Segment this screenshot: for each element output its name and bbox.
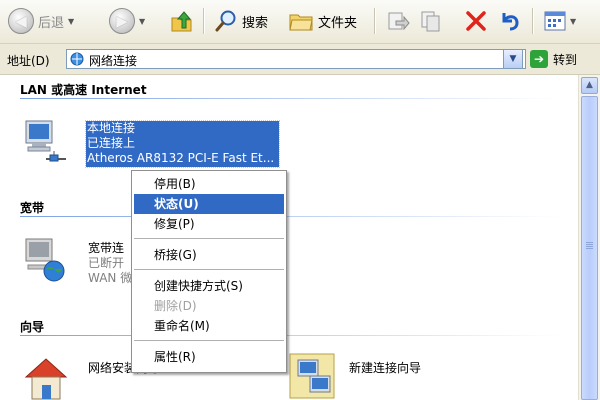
copy-to-icon	[421, 11, 440, 32]
broadband-connection-item[interactable]: 宽带连 已断开 WAN 微	[88, 241, 132, 286]
back-label: 后退	[38, 15, 65, 31]
move-to-icon	[388, 12, 410, 31]
grip-icon	[586, 242, 593, 250]
folders-button[interactable]: 文件夹	[288, 6, 357, 36]
menu-item-properties[interactable]: 属性(R)	[134, 347, 284, 367]
go-button[interactable]: ➔ 转到	[530, 49, 577, 69]
broadband-connection-icon[interactable]	[20, 235, 68, 283]
home-network-wizard-icon[interactable]	[22, 355, 70, 400]
new-connection-wizard-name: 新建连接向导	[349, 361, 422, 375]
folders-label: 文件夹	[318, 15, 358, 31]
search-button[interactable]: 搜索	[214, 6, 268, 36]
go-label: 转到	[553, 52, 578, 67]
vertical-scrollbar[interactable]: ▲	[578, 75, 600, 400]
go-arrow-icon: ➔	[530, 50, 548, 68]
lan-connection-device: Atheros AR8132 PCI-E Fast Et...	[87, 151, 275, 165]
scroll-up-icon[interactable]: ▲	[581, 77, 598, 94]
toolbar: ◀ 后退 ▼ ▶ ▼ 搜索 文件夹 ▼	[0, 0, 600, 44]
folders-icon	[289, 14, 313, 31]
address-value: 网络连接	[89, 54, 138, 68]
menu-item-status[interactable]: 状态(U)	[134, 194, 284, 214]
menu-item-rename[interactable]: 重命名(M)	[134, 316, 284, 336]
move-to-button[interactable]	[386, 6, 410, 36]
back-arrow-icon: ◀	[8, 8, 34, 34]
group-header-lan: LAN 或高速 Internet	[20, 83, 147, 97]
menu-item-create-shortcut[interactable]: 创建快捷方式(S)	[134, 276, 284, 296]
address-label: 地址(D)	[7, 54, 50, 68]
forward-dropdown-icon[interactable]: ▼	[139, 17, 145, 26]
broadband-connection-name: 宽带连	[88, 241, 125, 255]
menu-item-delete[interactable]: 删除(D)	[134, 296, 284, 316]
group-header-broadband: 宽带	[20, 201, 45, 215]
menu-separator	[134, 269, 284, 270]
forward-button[interactable]: ▶ ▼	[109, 6, 145, 36]
broadband-connection-device: WAN 微	[88, 271, 133, 285]
back-button[interactable]: ◀ 后退 ▼	[8, 6, 74, 36]
up-folder-icon	[171, 11, 192, 32]
views-button[interactable]: ▼	[544, 6, 576, 36]
search-icon	[215, 10, 236, 32]
group-divider	[20, 98, 560, 99]
broadband-connection-status: 已断开	[88, 256, 125, 270]
copy-to-button[interactable]	[420, 6, 444, 36]
group-divider	[20, 335, 560, 336]
menu-separator	[134, 238, 284, 239]
delete-x-icon	[466, 11, 486, 31]
menu-item-repair[interactable]: 修复(P)	[134, 214, 284, 234]
menu-separator	[134, 340, 284, 341]
lan-connection-name: 本地连接	[87, 121, 136, 135]
views-dropdown-icon[interactable]: ▼	[570, 17, 576, 26]
up-folder-button[interactable]	[170, 6, 194, 36]
undo-button[interactable]	[498, 6, 522, 36]
views-icon	[544, 11, 566, 31]
address-input[interactable]: 网络连接	[66, 49, 526, 69]
menu-item-bridge[interactable]: 桥接(G)	[134, 245, 284, 265]
back-dropdown-icon[interactable]: ▼	[68, 17, 74, 26]
new-connection-wizard-item[interactable]: 新建连接向导	[349, 361, 421, 376]
lan-connection-item[interactable]: 本地连接 已连接上 Atheros AR8132 PCI-E Fast Et..…	[85, 120, 280, 168]
delete-button[interactable]	[464, 6, 488, 36]
address-bar: 地址(D) 网络连接 ▼ ➔ 转到	[0, 44, 600, 75]
new-connection-wizard-icon[interactable]	[288, 352, 336, 400]
group-header-wizard: 向导	[20, 320, 45, 334]
lan-connection-status: 已连接上	[87, 136, 136, 150]
context-menu: 停用(B) 状态(U) 修复(P) 桥接(G) 创建快捷方式(S) 删除(D) …	[131, 170, 287, 373]
connections-list: LAN 或高速 Internet 本地连接 已连接上 Atheros AR813…	[0, 75, 578, 400]
address-dropdown-icon[interactable]: ▼	[503, 49, 523, 69]
network-folder-icon	[70, 52, 84, 66]
lan-connection-icon[interactable]	[20, 117, 68, 165]
scrollbar-thumb[interactable]	[581, 96, 598, 400]
group-divider	[20, 216, 560, 217]
forward-arrow-icon: ▶	[109, 8, 135, 34]
menu-item-disable[interactable]: 停用(B)	[134, 174, 284, 194]
undo-icon	[502, 13, 519, 31]
search-label: 搜索	[242, 15, 269, 31]
